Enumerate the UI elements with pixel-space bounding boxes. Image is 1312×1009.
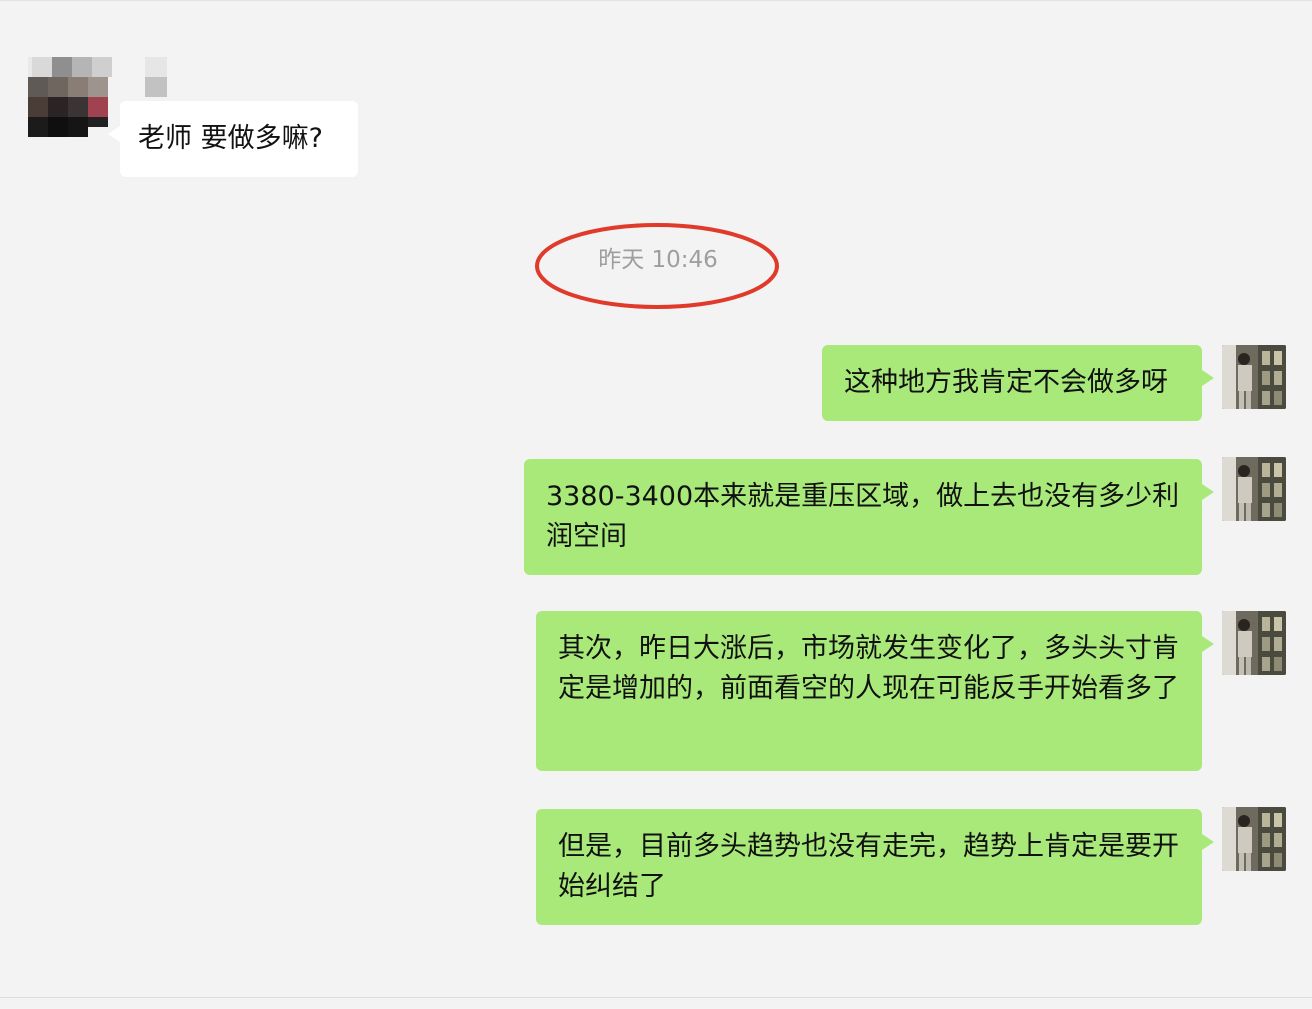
chat-window: 老师 要做多嘛? 昨天 10:46 这种地方我肯定不会做多呀 3380-3400… [0, 0, 1312, 1008]
outgoing-message-bubble[interactable]: 但是，目前多头趋势也没有走完，趋势上肯定是要开始纠结了 [536, 809, 1214, 925]
outgoing-message-text: 但是，目前多头趋势也没有走完，趋势上肯定是要开始纠结了 [558, 831, 1179, 902]
self-avatar-icon[interactable] [1222, 807, 1286, 871]
outgoing-message-text: 3380-3400本来就是重压区域，做上去也没有多少利润空间 [546, 481, 1180, 552]
outgoing-message-text: 其次，昨日大涨后，市场就发生变化了，多头头寸肯定是增加的，前面看空的人现在可能反… [558, 633, 1179, 704]
message-timestamp: 昨天 10:46 [598, 247, 718, 273]
sender-avatar-icon[interactable] [28, 57, 112, 141]
outgoing-message-bubble[interactable]: 3380-3400本来就是重压区域，做上去也没有多少利润空间 [524, 459, 1214, 575]
outgoing-message-bubble[interactable]: 其次，昨日大涨后，市场就发生变化了，多头头寸肯定是增加的，前面看空的人现在可能反… [536, 611, 1214, 771]
self-avatar-icon[interactable] [1222, 345, 1286, 409]
incoming-message-bubble[interactable]: 老师 要做多嘛? [108, 101, 358, 177]
outgoing-message-text: 这种地方我肯定不会做多呀 [844, 367, 1168, 398]
outgoing-message-bubble[interactable]: 这种地方我肯定不会做多呀 [822, 345, 1214, 421]
self-avatar-icon[interactable] [1222, 457, 1286, 521]
divider [0, 997, 1312, 998]
sender-name-blurred [145, 57, 167, 97]
incoming-message-text: 老师 要做多嘛? [138, 123, 323, 154]
self-avatar-icon[interactable] [1222, 611, 1286, 675]
